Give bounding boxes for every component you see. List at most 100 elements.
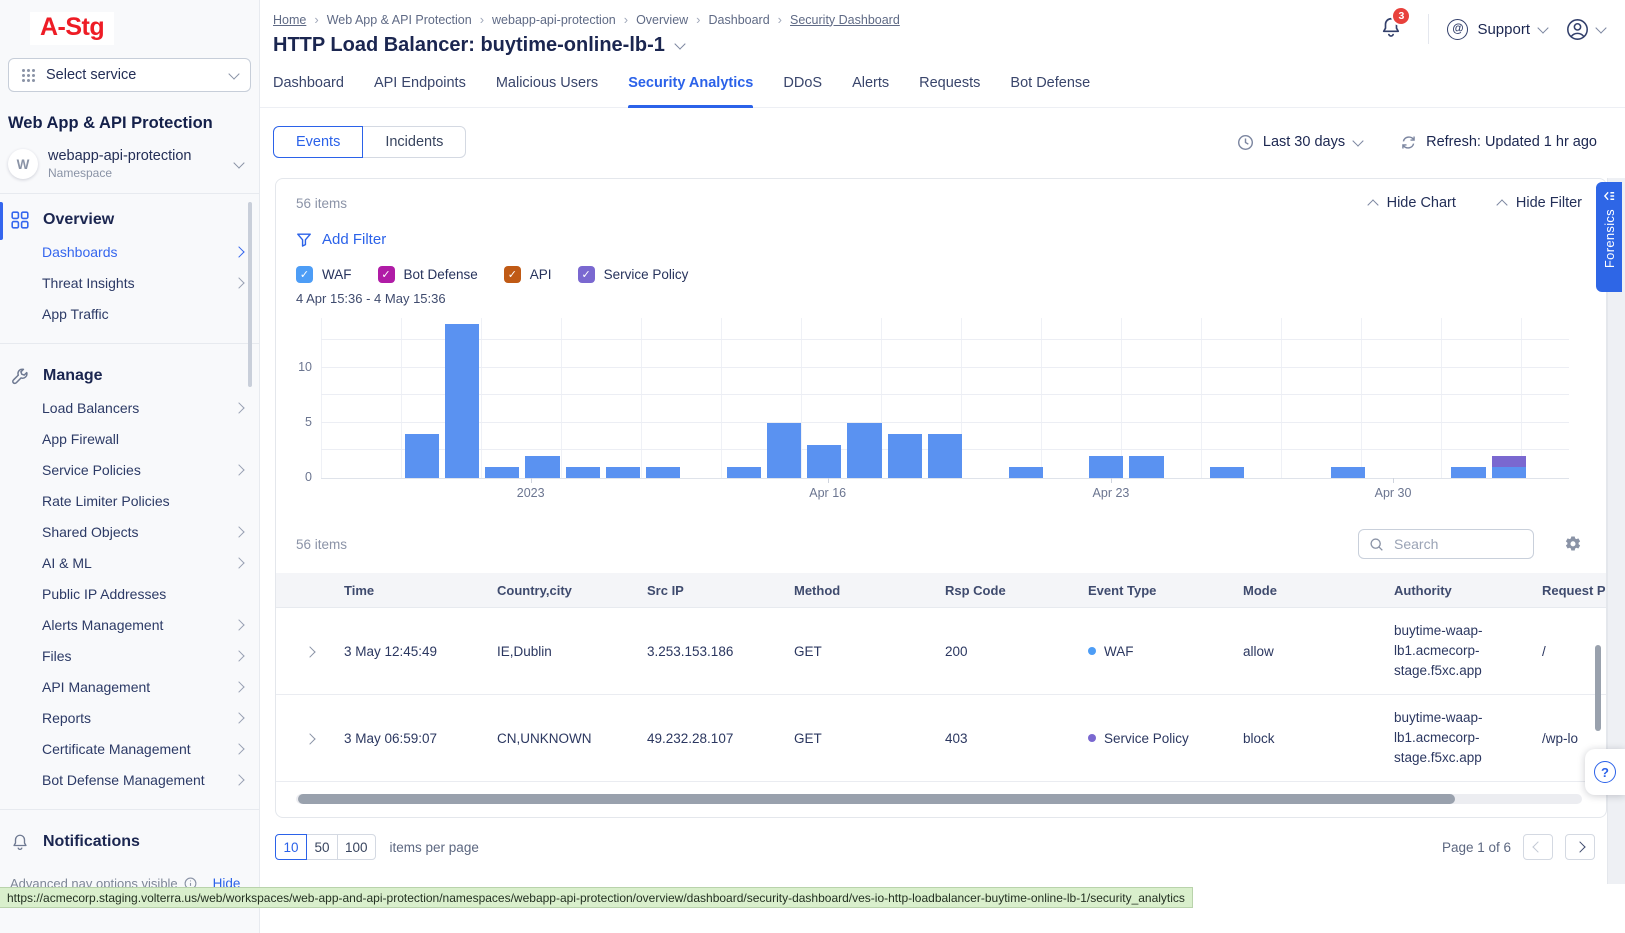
search-input[interactable] xyxy=(1392,535,1523,553)
sidebar-item-ai-ml[interactable]: AI & ML xyxy=(0,547,259,578)
row-expander-button[interactable] xyxy=(276,695,344,782)
time-range-dropdown[interactable]: Last 30 days xyxy=(1237,134,1362,151)
chevron-down-icon[interactable] xyxy=(674,38,685,49)
breadcrumb-item-overview[interactable]: Overview xyxy=(636,13,688,27)
account-menu[interactable] xyxy=(1565,17,1605,42)
column-header-time[interactable]: Time xyxy=(344,573,497,608)
table-settings-gear-button[interactable] xyxy=(1564,535,1582,553)
bar-segment-waf[interactable] xyxy=(525,456,559,478)
bar-segment-waf[interactable] xyxy=(1492,467,1526,478)
page-size-50[interactable]: 50 xyxy=(306,834,338,860)
sidebar-item-service-policies[interactable]: Service Policies xyxy=(0,454,259,485)
column-header-request-pa[interactable]: Request Pa xyxy=(1542,573,1606,608)
notifications-bell-button[interactable]: 3 xyxy=(1380,16,1402,43)
checkbox-bot-defense[interactable]: ✓ xyxy=(378,266,395,283)
help-button[interactable]: ? xyxy=(1585,749,1625,795)
page-size-10[interactable]: 10 xyxy=(275,834,307,860)
tab-alerts[interactable]: Alerts xyxy=(852,73,889,107)
previous-page-button[interactable] xyxy=(1523,834,1553,860)
sidebar-item-alerts-management[interactable]: Alerts Management xyxy=(0,609,259,640)
page-size-100[interactable]: 100 xyxy=(337,834,376,860)
tab-api-endpoints[interactable]: API Endpoints xyxy=(374,73,466,107)
bar-segment-waf[interactable] xyxy=(928,434,962,478)
hide-filter-button[interactable]: Hide Filter xyxy=(1498,195,1582,211)
select-service-dropdown[interactable]: Select service xyxy=(8,58,251,92)
bar-segment-waf[interactable] xyxy=(445,324,479,478)
checkbox-waf[interactable]: ✓ xyxy=(296,266,313,283)
bar-segment-waf[interactable] xyxy=(1089,456,1123,478)
tab-requests[interactable]: Requests xyxy=(919,73,980,107)
column-header-rsp-code[interactable]: Rsp Code xyxy=(945,573,1088,608)
breadcrumb-item-webapp-api-protection[interactable]: webapp-api-protection xyxy=(492,13,616,27)
sidebar-item-app-traffic[interactable]: App Traffic xyxy=(0,298,259,329)
sidebar-item-bot-defense-management[interactable]: Bot Defense Management xyxy=(0,764,259,795)
breadcrumb-item-home[interactable]: Home xyxy=(273,13,306,27)
tab-dashboard[interactable]: Dashboard xyxy=(273,73,344,107)
view-toggle-events[interactable]: Events xyxy=(273,126,363,158)
refresh-button[interactable]: Refresh: Updated 1 hr ago xyxy=(1400,134,1597,151)
breadcrumb-item-dashboard[interactable]: Dashboard xyxy=(709,13,770,27)
namespace-selector[interactable]: W webapp-api-protection Namespace xyxy=(8,148,243,180)
tab-bot-defense[interactable]: Bot Defense xyxy=(1010,73,1090,107)
bar-segment-waf[interactable] xyxy=(1451,467,1485,478)
sidebar-item-rate-limiter-policies[interactable]: Rate Limiter Policies xyxy=(0,485,259,516)
hide-chart-button[interactable]: Hide Chart xyxy=(1369,195,1456,211)
column-header-mode[interactable]: Mode xyxy=(1243,573,1394,608)
table-row[interactable]: 3 May 12:45:49IE,Dublin3.253.153.186GET2… xyxy=(276,608,1606,695)
table-row[interactable]: 3 May 06:59:07CN,UNKNOWN49.232.28.107GET… xyxy=(276,695,1606,782)
breadcrumb-item-security-dashboard[interactable]: Security Dashboard xyxy=(790,13,900,27)
column-header-country-city[interactable]: Country,city xyxy=(497,573,647,608)
sidebar-item-dashboards[interactable]: Dashboards xyxy=(0,236,259,267)
sidebar-item-load-balancers[interactable]: Load Balancers xyxy=(0,392,259,423)
bar-segment-waf[interactable] xyxy=(767,423,801,478)
bar-segment-waf[interactable] xyxy=(485,467,519,478)
sidebar-item-api-management[interactable]: API Management xyxy=(0,671,259,702)
column-header-method[interactable]: Method xyxy=(794,573,945,608)
tab-ddos[interactable]: DDoS xyxy=(783,73,822,107)
event-filter-waf[interactable]: ✓WAF xyxy=(296,266,352,283)
breadcrumb-item-web-app-api-protection[interactable]: Web App & API Protection xyxy=(327,13,472,27)
event-filter-api[interactable]: ✓API xyxy=(504,266,552,283)
column-header-authority[interactable]: Authority xyxy=(1394,573,1542,608)
column-header-event-type[interactable]: Event Type xyxy=(1088,573,1243,608)
sidebar-item-threat-insights[interactable]: Threat Insights xyxy=(0,267,259,298)
sidebar-item-reports[interactable]: Reports xyxy=(0,702,259,733)
bar-segment-waf[interactable] xyxy=(405,434,439,478)
view-toggle-incidents[interactable]: Incidents xyxy=(362,126,466,158)
sidebar-item-public-ip-addresses[interactable]: Public IP Addresses xyxy=(0,578,259,609)
bar-segment-waf[interactable] xyxy=(1210,467,1244,478)
bar-segment-waf[interactable] xyxy=(1331,467,1365,478)
bar-segment-waf[interactable] xyxy=(566,467,600,478)
checkbox-service-policy[interactable]: ✓ xyxy=(578,266,595,283)
horizontal-scrollbar-track[interactable] xyxy=(296,794,1582,804)
bar-segment-waf[interactable] xyxy=(807,445,841,478)
sidebar-scrollbar[interactable] xyxy=(248,202,252,387)
sidebar-item-certificate-management[interactable]: Certificate Management xyxy=(0,733,259,764)
bar-segment-waf[interactable] xyxy=(847,423,881,478)
add-filter-button[interactable]: Add Filter xyxy=(296,231,386,248)
bar-segment-service-policy[interactable] xyxy=(1492,456,1526,467)
bar-segment-waf[interactable] xyxy=(888,434,922,478)
sidebar-item-shared-objects[interactable]: Shared Objects xyxy=(0,516,259,547)
row-expander-button[interactable] xyxy=(276,608,344,695)
tab-malicious-users[interactable]: Malicious Users xyxy=(496,73,598,107)
event-filter-service-policy[interactable]: ✓Service Policy xyxy=(578,266,689,283)
bar-segment-waf[interactable] xyxy=(727,467,761,478)
column-header-src-ip[interactable]: Src IP xyxy=(647,573,794,608)
bar-segment-waf[interactable] xyxy=(646,467,680,478)
sidebar-section-head-manage[interactable]: Manage xyxy=(0,360,259,392)
bar-segment-waf[interactable] xyxy=(1129,456,1163,478)
event-filter-bot-defense[interactable]: ✓Bot Defense xyxy=(378,266,478,283)
sidebar-item-app-firewall[interactable]: App Firewall xyxy=(0,423,259,454)
next-page-button[interactable] xyxy=(1565,834,1595,860)
sidebar-item-files[interactable]: Files xyxy=(0,640,259,671)
tab-security-analytics[interactable]: Security Analytics xyxy=(628,73,753,107)
support-menu[interactable]: @ Support xyxy=(1447,19,1547,40)
vertical-scrollbar-thumb[interactable] xyxy=(1595,645,1601,731)
horizontal-scrollbar-thumb[interactable] xyxy=(298,794,1455,804)
sidebar-section-head-notifications[interactable]: Notifications xyxy=(0,826,259,858)
bar-segment-waf[interactable] xyxy=(1009,467,1043,478)
sidebar-section-head-overview[interactable]: Overview xyxy=(0,204,259,236)
bar-segment-waf[interactable] xyxy=(606,467,640,478)
checkbox-api[interactable]: ✓ xyxy=(504,266,521,283)
